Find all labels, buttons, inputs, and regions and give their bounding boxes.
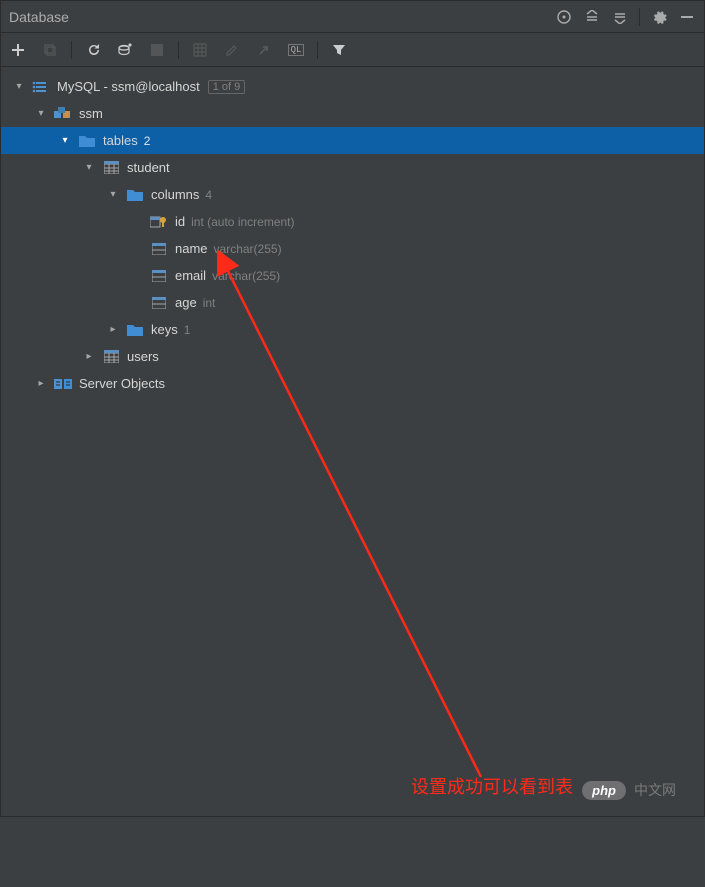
panel-titlebar: Database <box>1 1 704 33</box>
server-objects-label: Server Objects <box>79 376 165 391</box>
separator <box>71 41 72 59</box>
column-age-node[interactable]: age int <box>1 289 704 316</box>
schema-node[interactable]: ▾ ssm <box>1 100 704 127</box>
collapse-all-icon[interactable] <box>611 8 629 26</box>
column-id-label: id <box>175 214 185 229</box>
database-panel: Database <box>0 0 705 817</box>
duplicate-button[interactable] <box>39 39 61 61</box>
target-icon[interactable] <box>555 8 573 26</box>
column-age-label: age <box>175 295 197 310</box>
columns-count: 4 <box>205 188 212 202</box>
database-tree[interactable]: ▾ MySQL - ssm@localhost 1 of 9 ▾ ssm ▾ t… <box>1 67 704 816</box>
annotation-text: 设置成功可以看到表 <box>411 773 573 799</box>
chevron-down-icon[interactable]: ▾ <box>107 189 119 200</box>
add-button[interactable] <box>7 39 29 61</box>
panel-title: Database <box>9 9 69 25</box>
query-console-button[interactable]: QL <box>285 39 307 61</box>
jump-button[interactable] <box>253 39 275 61</box>
chevron-down-icon[interactable]: ▾ <box>13 81 25 92</box>
server-objects-icon <box>53 375 73 393</box>
chevron-right-icon[interactable]: ▸ <box>107 324 119 335</box>
column-email-node[interactable]: email varchar(255) <box>1 262 704 289</box>
column-name-node[interactable]: name varchar(255) <box>1 235 704 262</box>
chevron-down-icon[interactable]: ▾ <box>83 162 95 173</box>
titlebar-actions <box>555 8 696 26</box>
edit-button[interactable] <box>221 39 243 61</box>
separator <box>639 8 640 26</box>
folder-icon <box>125 186 145 204</box>
keys-count: 1 <box>184 323 191 337</box>
column-icon <box>149 267 169 285</box>
table-users-node[interactable]: ▸ users <box>1 343 704 370</box>
expand-all-icon[interactable] <box>583 8 601 26</box>
watermark-badge: php <box>582 781 626 800</box>
table-student-label: student <box>127 160 170 175</box>
tables-count: 2 <box>144 134 151 148</box>
data-source-properties-button[interactable] <box>114 39 136 61</box>
column-id-node[interactable]: id int (auto increment) <box>1 208 704 235</box>
chevron-down-icon[interactable]: ▾ <box>35 108 47 119</box>
watermark-text: 中文网 <box>634 780 676 800</box>
table-icon <box>101 159 121 177</box>
schema-label: ssm <box>79 106 103 121</box>
datasource-label: MySQL - ssm@localhost <box>57 79 200 94</box>
column-icon <box>149 240 169 258</box>
column-name-label: name <box>175 241 208 256</box>
table-icon <box>101 348 121 366</box>
server-objects-node[interactable]: ▸ Server Objects <box>1 370 704 397</box>
datasource-badge: 1 of 9 <box>208 80 246 94</box>
columns-folder-node[interactable]: ▾ columns 4 <box>1 181 704 208</box>
chevron-down-icon[interactable]: ▾ <box>59 135 71 146</box>
keys-folder-label: keys <box>151 322 178 337</box>
folder-icon <box>125 321 145 339</box>
toolbar: QL <box>1 33 704 67</box>
table-users-label: users <box>127 349 159 364</box>
column-id-type: int (auto increment) <box>191 215 294 229</box>
keys-folder-node[interactable]: ▸ keys 1 <box>1 316 704 343</box>
gear-icon[interactable] <box>650 8 668 26</box>
tables-folder-label: tables <box>103 133 138 148</box>
hide-panel-icon[interactable] <box>678 8 696 26</box>
datasource-node[interactable]: ▾ MySQL - ssm@localhost 1 of 9 <box>1 73 704 100</box>
columns-folder-label: columns <box>151 187 199 202</box>
table-view-button[interactable] <box>189 39 211 61</box>
filter-button[interactable] <box>328 39 350 61</box>
chevron-right-icon[interactable]: ▸ <box>83 351 95 362</box>
datasource-icon <box>31 78 51 96</box>
column-age-type: int <box>203 296 216 310</box>
separator <box>178 41 179 59</box>
watermark: php 中文网 <box>582 780 676 800</box>
column-email-label: email <box>175 268 206 283</box>
primary-key-column-icon <box>149 213 169 231</box>
tables-folder-node[interactable]: ▾ tables 2 <box>1 127 704 154</box>
column-email-type: varchar(255) <box>212 269 280 283</box>
column-name-type: varchar(255) <box>214 242 282 256</box>
column-icon <box>149 294 169 312</box>
refresh-button[interactable] <box>82 39 104 61</box>
schema-icon <box>53 105 73 123</box>
table-student-node[interactable]: ▾ student <box>1 154 704 181</box>
stop-button[interactable] <box>146 39 168 61</box>
chevron-right-icon[interactable]: ▸ <box>35 378 47 389</box>
separator <box>317 41 318 59</box>
folder-icon <box>77 132 97 150</box>
